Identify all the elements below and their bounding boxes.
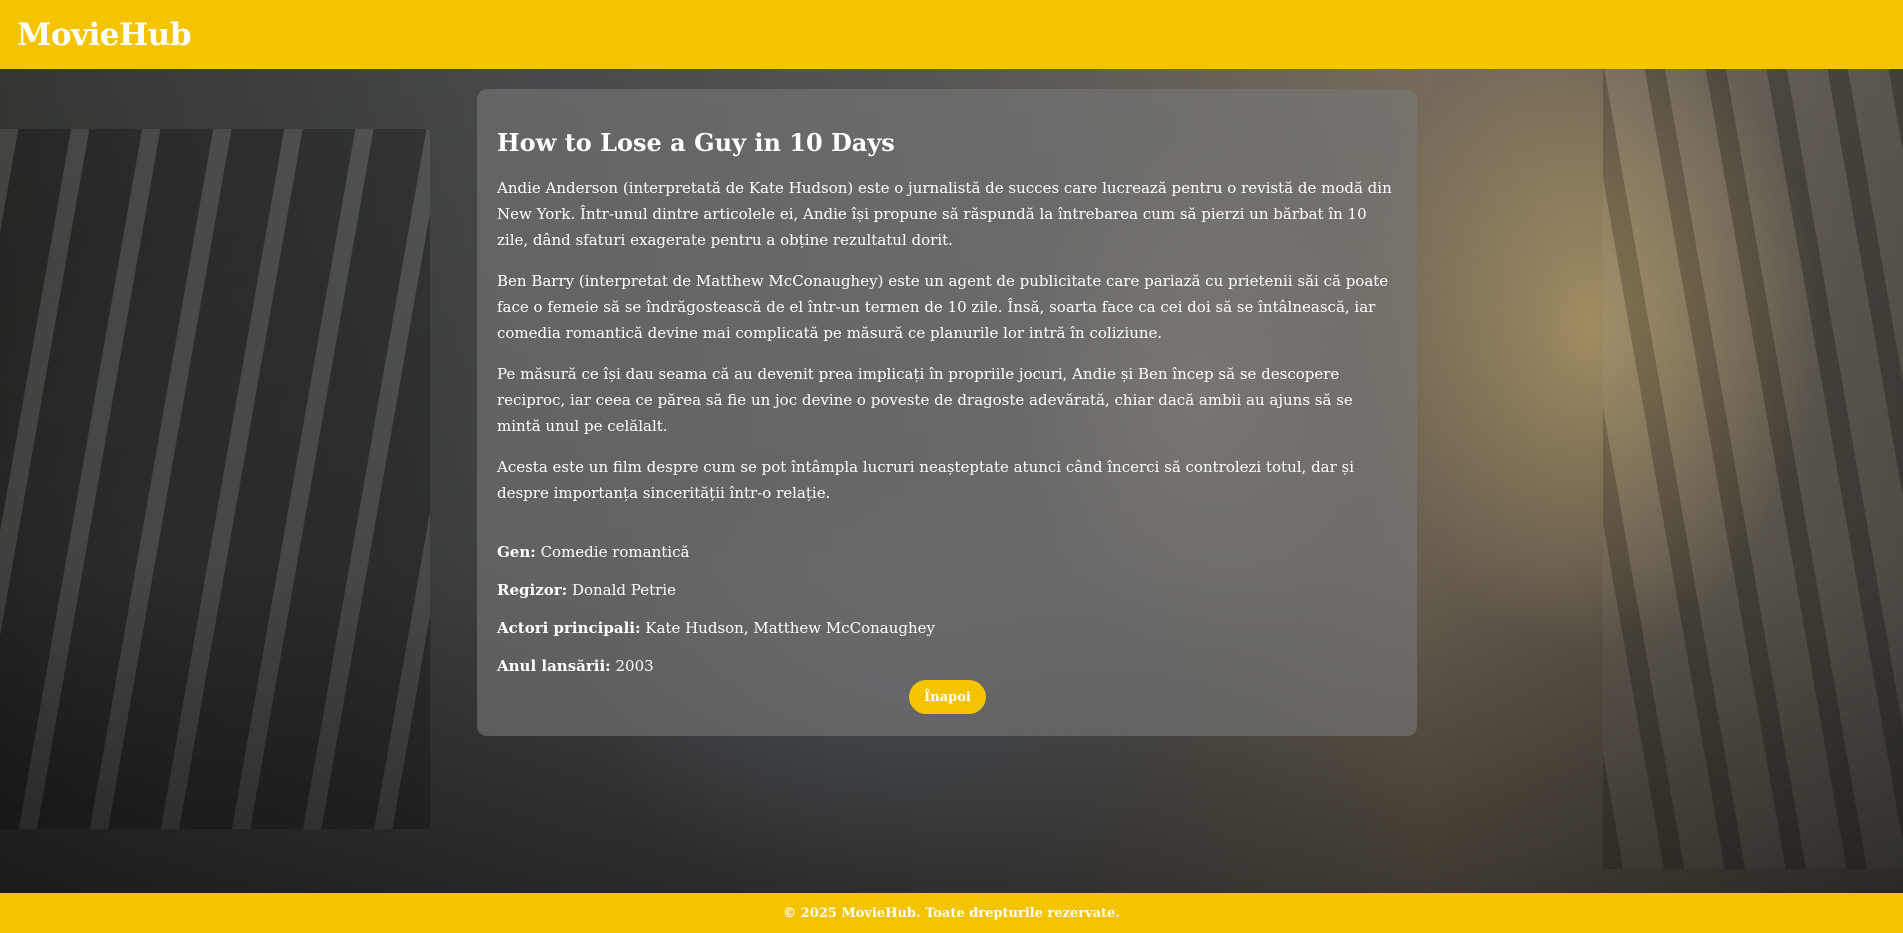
detail-value: Kate Hudson, Matthew McConaughey [645, 618, 936, 637]
detail-value: Donald Petrie [571, 580, 676, 599]
back-button[interactable]: Înapoi [909, 680, 986, 714]
copyright-text: © 2025 MovieHub. Toate drepturile rezerv… [783, 905, 1120, 921]
detail-label: Actori principali: [497, 618, 641, 637]
detail-director: Regizor: Donald Petrie [497, 578, 1397, 602]
detail-genre: Gen: Comedie romantică [497, 540, 1397, 564]
site-footer: © 2025 MovieHub. Toate drepturile rezerv… [0, 893, 1903, 933]
detail-release-year: Anul lansării: 2003 [497, 654, 1397, 678]
movie-title: How to Lose a Guy in 10 Days [497, 128, 895, 157]
detail-label: Regizor: [497, 580, 568, 599]
synopsis-paragraph: Ben Barry (interpretat de Matthew McCona… [497, 271, 1389, 342]
synopsis-paragraph: Pe măsură ce își dau seama că au devenit… [497, 364, 1353, 435]
detail-value: Comedie romantică [540, 542, 690, 561]
site-logo[interactable]: MovieHub [17, 17, 192, 53]
synopsis-paragraph: Acesta este un film despre cum se pot în… [497, 457, 1355, 502]
movie-details-list: Gen: Comedie romantică Regizor: Donald P… [497, 540, 1397, 678]
detail-main-actors: Actori principali: Kate Hudson, Matthew … [497, 616, 1397, 640]
detail-value: 2003 [615, 656, 654, 675]
site-header: MovieHub [0, 0, 1903, 69]
detail-label: Anul lansării: [497, 656, 611, 675]
movie-detail-card: How to Lose a Guy in 10 Days Andie Ander… [477, 89, 1417, 736]
synopsis-paragraph: Andie Anderson (interpretată de Kate Hud… [497, 178, 1392, 249]
detail-label: Gen: [497, 542, 536, 561]
